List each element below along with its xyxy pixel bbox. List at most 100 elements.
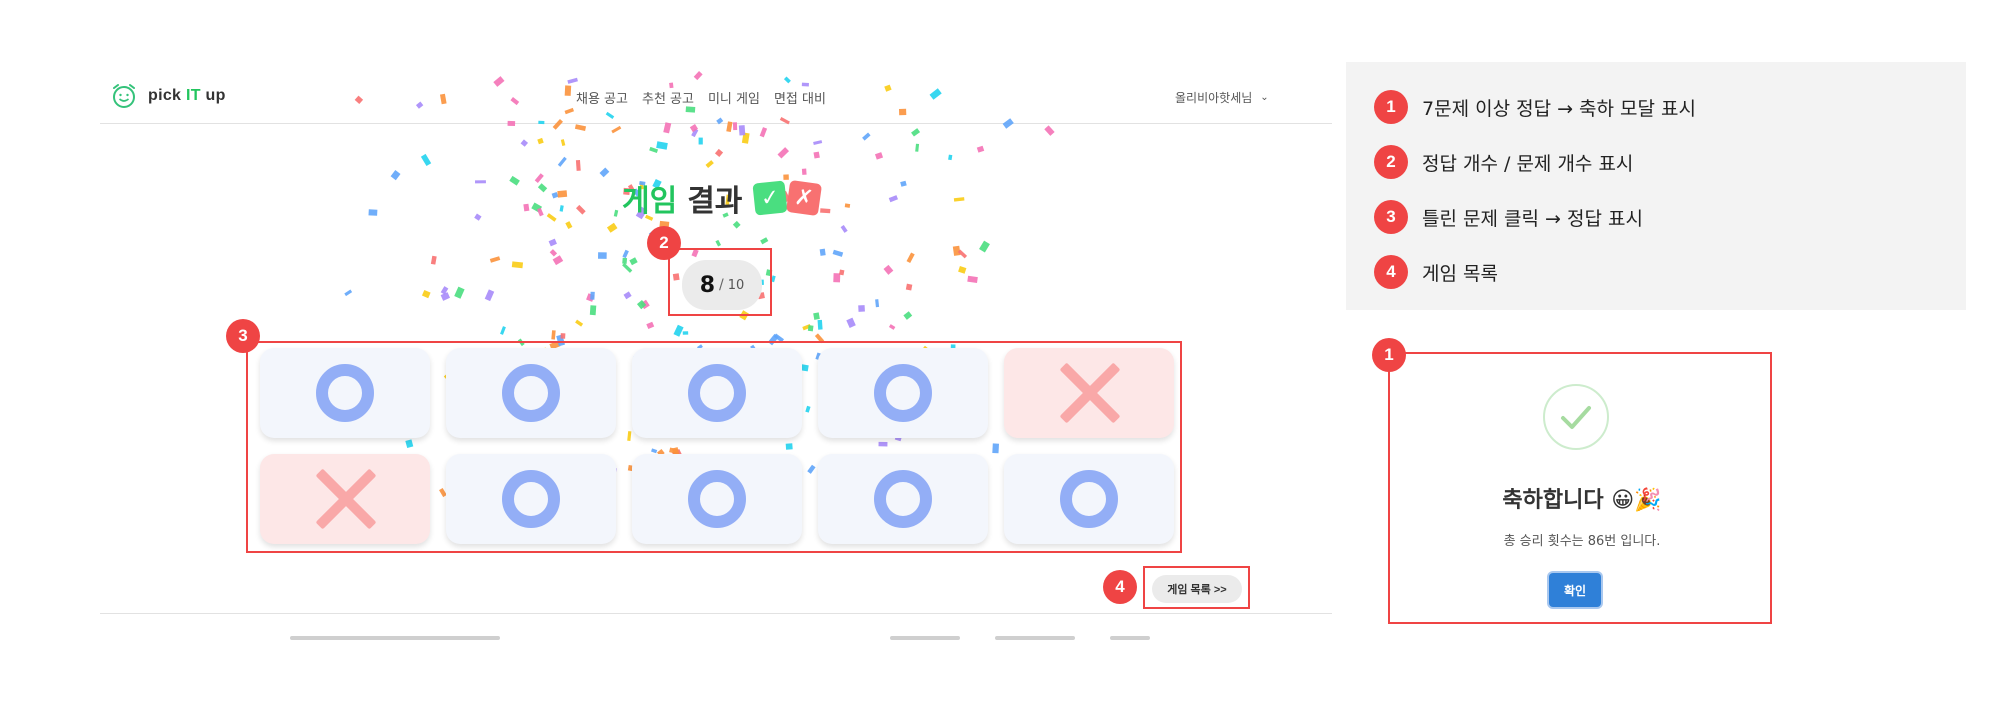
legend-text: 정답 개수 / 문제 개수 표시	[1422, 152, 1634, 175]
confetti-piece	[390, 170, 401, 181]
confetti-piece	[691, 128, 699, 138]
confetti-piece	[846, 317, 856, 328]
confetti-piece	[953, 197, 965, 202]
confetti-piece	[622, 249, 629, 259]
confetti-piece	[623, 291, 632, 300]
footer-link	[890, 636, 960, 640]
confetti-piece	[537, 183, 548, 193]
annotation-badge-2: 2	[647, 226, 681, 260]
confetti-piece	[552, 255, 564, 266]
confetti-piece	[575, 160, 581, 171]
confetti-piece	[574, 124, 587, 131]
confetti-piece	[636, 299, 647, 310]
cross-mark-icon: ✗	[786, 179, 823, 217]
confetti-piece	[567, 77, 578, 84]
confetti-piece	[510, 97, 520, 106]
confetti-piece	[598, 252, 607, 259]
confetti-piece	[693, 71, 703, 81]
legend-badge: 3	[1374, 200, 1408, 234]
user-menu[interactable]: 올리비아핫세님 ⌄	[1175, 89, 1269, 106]
confetti-piece	[439, 93, 447, 105]
confetti-piece	[557, 156, 567, 167]
confetti-piece	[839, 269, 845, 276]
confetti-piece	[576, 204, 586, 215]
confetti-piece	[874, 152, 884, 160]
confetti-piece	[344, 289, 353, 297]
legend-badge: 4	[1374, 255, 1408, 289]
confetti-piece	[589, 305, 597, 316]
confetti-piece	[832, 249, 844, 257]
annotation-box-game-list	[1143, 566, 1250, 609]
confetti-piece	[875, 299, 880, 308]
confetti-piece	[883, 264, 894, 275]
confetti-piece	[844, 203, 851, 208]
confetti-piece	[536, 207, 544, 217]
confetti-piece	[559, 205, 564, 212]
confetti-piece	[888, 195, 899, 203]
confetti-piece	[605, 111, 615, 119]
congrats-modal: 축하합니다 😀🎉 총 승리 횟수는 86번 입니다. 확인	[1388, 352, 1772, 624]
confetti-piece	[493, 76, 505, 87]
confetti-piece	[649, 146, 659, 154]
footer-link	[1110, 636, 1150, 640]
confetti-piece	[440, 286, 449, 295]
confetti-piece	[802, 324, 812, 331]
confetti-piece	[698, 137, 703, 145]
confetti-piece	[590, 291, 595, 300]
confetti-piece	[421, 289, 431, 299]
confetti-piece	[858, 305, 865, 312]
confetti-piece	[948, 154, 953, 161]
confetti-piece	[523, 203, 530, 212]
confetti-piece	[548, 238, 557, 247]
confetti-piece	[783, 76, 791, 84]
confetti-piece	[454, 286, 465, 299]
confirm-button[interactable]: 확인	[1549, 573, 1601, 607]
confetti-piece	[682, 331, 689, 335]
confetti-piece	[819, 248, 826, 256]
confetti-piece	[958, 265, 967, 274]
confetti-piece	[575, 319, 584, 327]
confetti-piece	[967, 275, 978, 283]
confetti-piece	[760, 237, 769, 245]
confetti-piece	[905, 283, 913, 291]
footer-text	[290, 636, 500, 640]
nav-item-interview[interactable]: 면접 대비	[774, 88, 826, 107]
confetti-piece	[537, 137, 544, 145]
legend-text: 게임 목록	[1422, 262, 1498, 285]
header-divider	[100, 123, 1332, 124]
title-rest: 결과	[687, 184, 743, 219]
confetti-piece	[520, 139, 529, 147]
nav-item-jobs[interactable]: 채용 공고	[576, 88, 628, 107]
confetti-piece	[640, 299, 650, 310]
title-highlight: 게임	[622, 184, 678, 219]
logo[interactable]: pick IT up	[110, 82, 226, 110]
nav-item-mini-game[interactable]: 미니 게임	[708, 88, 760, 107]
confetti-piece	[534, 173, 544, 184]
legend-text: 틀린 문제 클릭 → 정답 표시	[1422, 207, 1643, 230]
confetti-piece	[900, 180, 907, 187]
confetti-piece	[833, 273, 841, 283]
confetti-piece	[415, 101, 424, 109]
confetti-piece	[500, 326, 506, 335]
confetti-piece	[430, 255, 437, 265]
modal-subtitle: 총 승리 횟수는 86번 입니다.	[1503, 534, 1661, 549]
confetti-piece	[599, 167, 610, 178]
annotation-box-score	[668, 248, 772, 316]
confetti-piece	[564, 107, 574, 115]
confetti-piece	[840, 224, 848, 233]
confetti-piece	[888, 324, 896, 330]
confetti-piece	[368, 209, 378, 216]
confetti-piece	[564, 85, 572, 96]
legend-item: 4 게임 목록	[1374, 255, 1498, 289]
confetti-piece	[613, 209, 619, 217]
nav-item-recommended[interactable]: 추천 공고	[642, 88, 694, 107]
confetti-piece	[622, 262, 633, 273]
confetti-piece	[715, 239, 722, 247]
confetti-piece	[813, 151, 820, 159]
confetti-piece	[611, 125, 622, 134]
confetti-piece	[474, 213, 482, 221]
confetti-piece	[813, 312, 820, 320]
confetti-piece	[673, 324, 684, 337]
confetti-piece	[759, 127, 768, 138]
confetti-piece	[817, 319, 823, 330]
